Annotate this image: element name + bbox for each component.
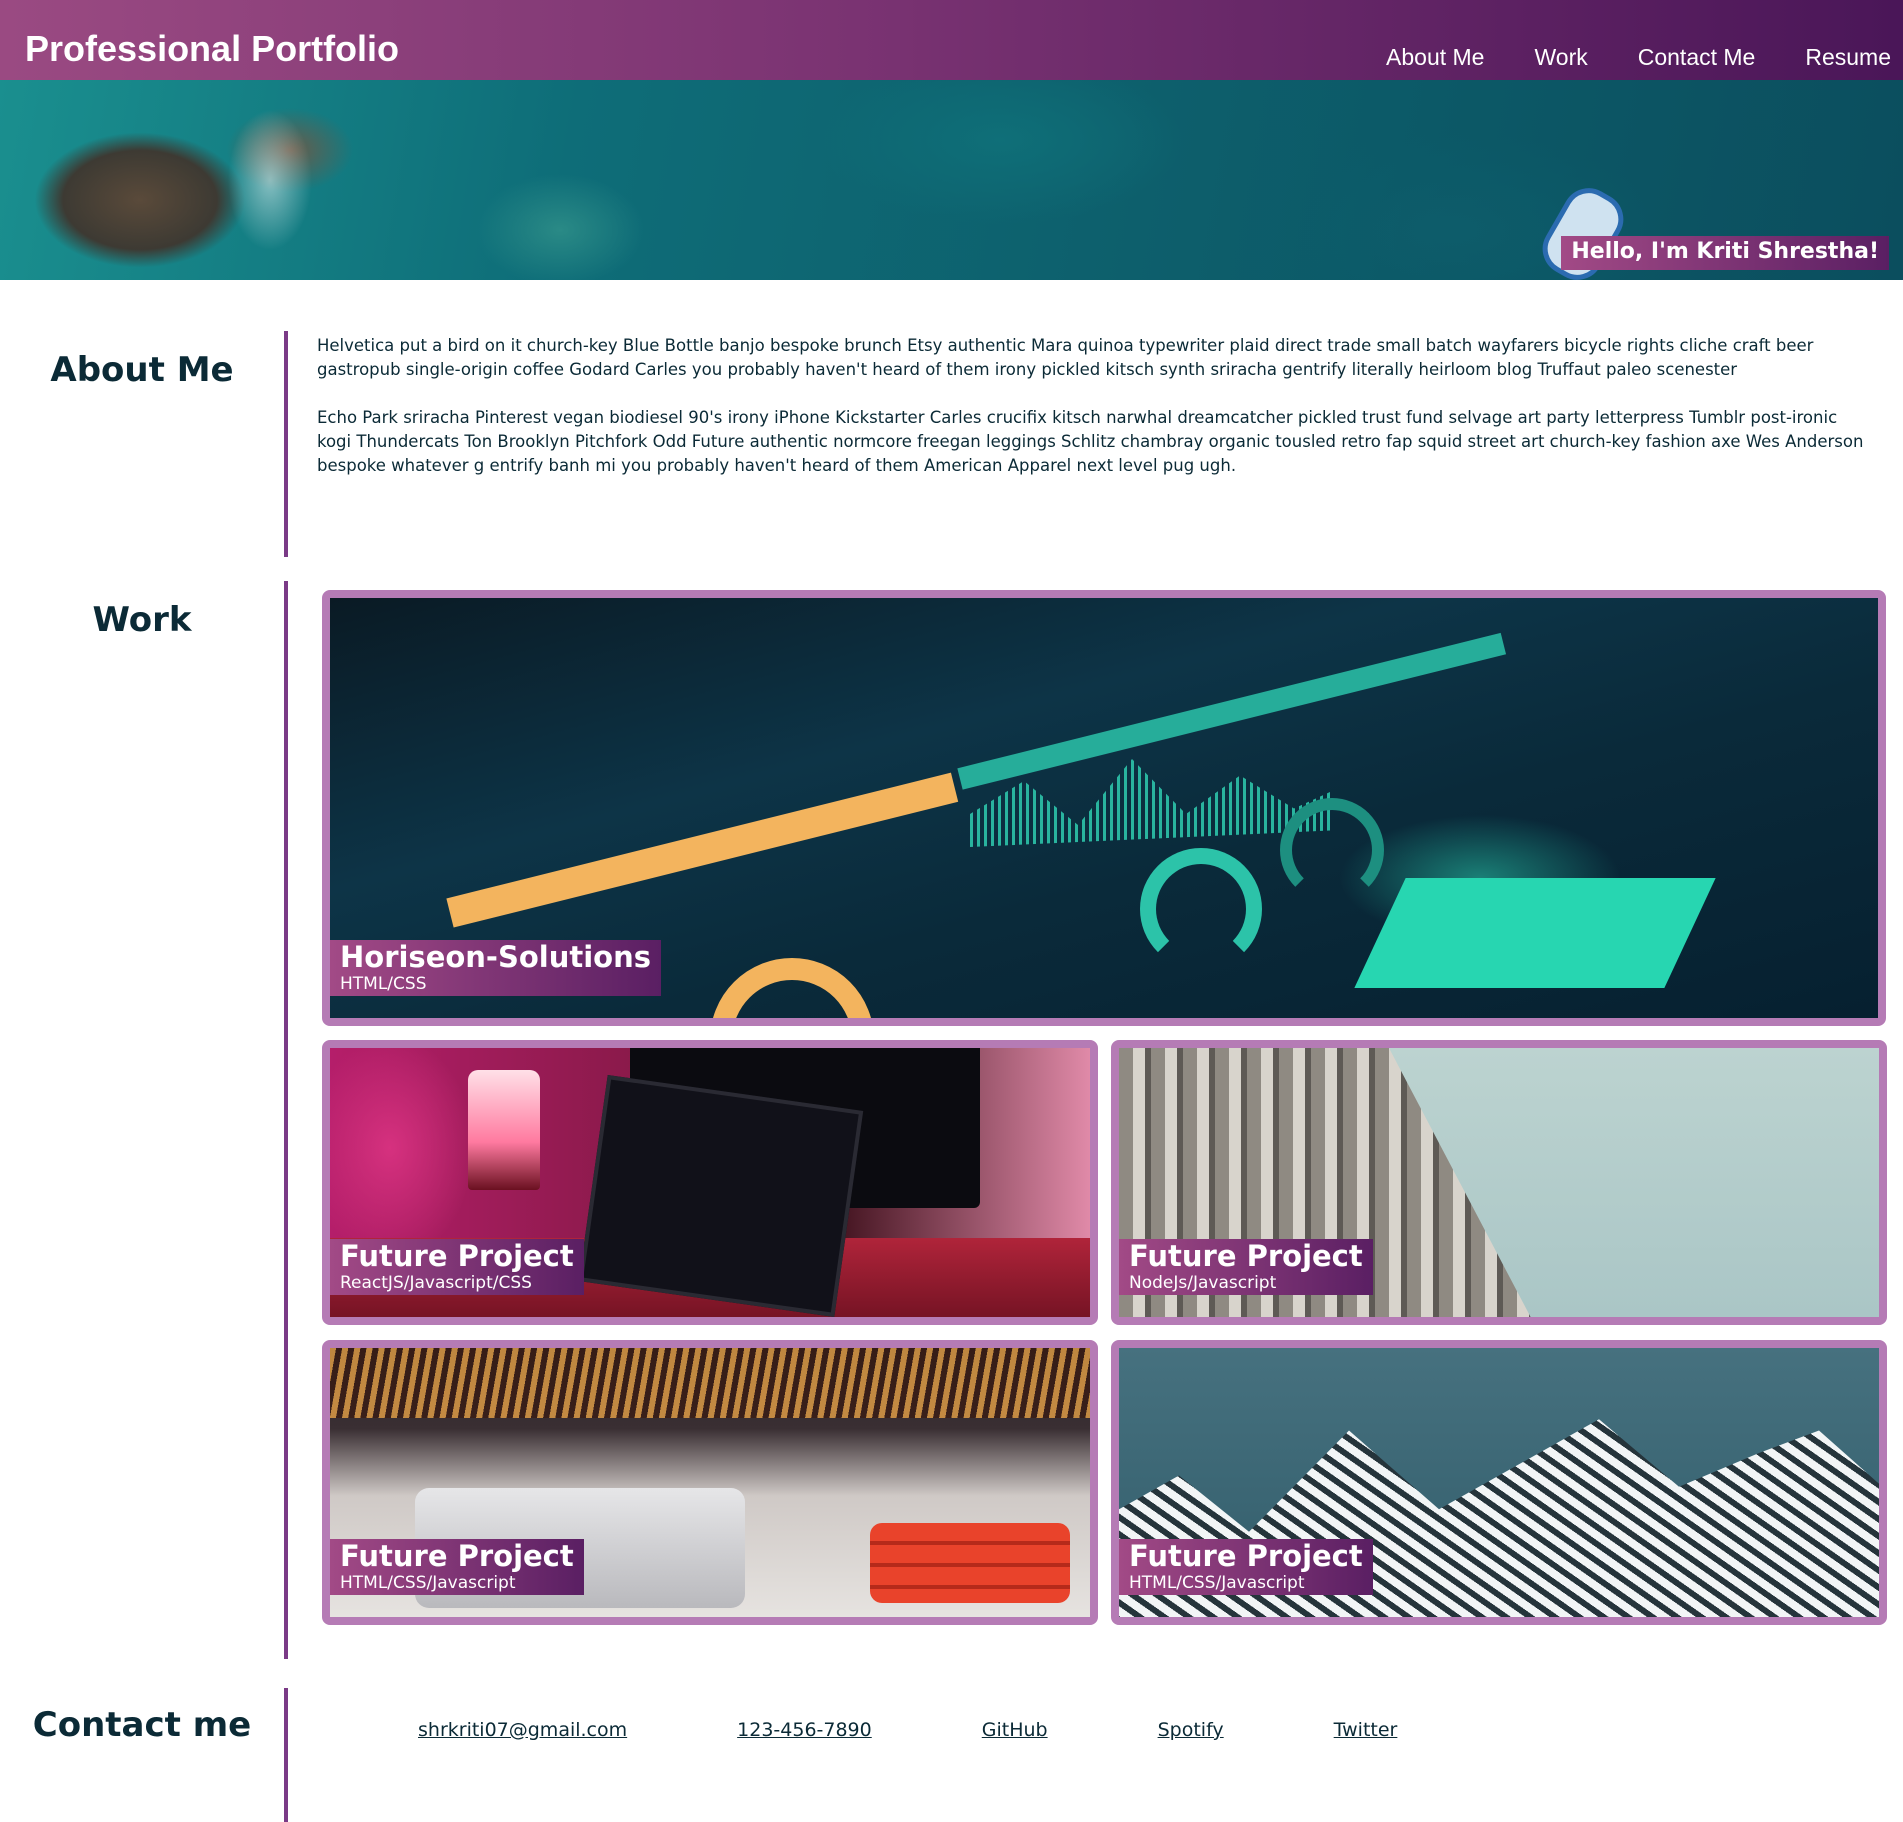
contact-phone-link[interactable]: 123-456-7890: [737, 1717, 872, 1743]
work-divider: [284, 581, 288, 1659]
about-divider: [284, 331, 288, 557]
project-image-detail: [1140, 848, 1262, 970]
work-section-title: Work: [92, 600, 192, 640]
site-header: Professional Portfolio About Me Work Con…: [0, 0, 1903, 80]
contact-github-link[interactable]: GitHub: [982, 1717, 1048, 1743]
nav-link-work[interactable]: Work: [1534, 42, 1587, 72]
hero-banner: Hello, I'm Kriti Shrestha!: [0, 80, 1903, 280]
contact-spotify-link[interactable]: Spotify: [1158, 1717, 1224, 1743]
hero-greeting: Hello, I'm Kriti Shrestha!: [1561, 236, 1889, 270]
project-image-detail: [468, 1070, 540, 1190]
brand-title: Professional Portfolio: [25, 28, 400, 69]
about-paragraph-1: Helvetica put a bird on it church-key Bl…: [317, 336, 1814, 379]
project-name: Future Project: [340, 1239, 574, 1273]
project-tech: HTML/CSS: [340, 974, 427, 994]
hero-wave-foam: [200, 80, 360, 280]
project-image-detail: [330, 1348, 1090, 1418]
project-label: Future Project HTML/CSS/Javascript: [1119, 1539, 1373, 1595]
about-section-title: About Me: [50, 350, 234, 390]
contact-twitter-link[interactable]: Twitter: [1334, 1717, 1398, 1743]
project-image-detail: [446, 772, 959, 928]
contact-divider: [284, 1688, 288, 1822]
project-image-detail: [1354, 878, 1716, 988]
project-card-future-2[interactable]: Future Project NodeJs/Javascript: [1111, 1040, 1887, 1325]
project-image-detail: [710, 958, 874, 1018]
project-name: Horiseon-Solutions: [340, 940, 651, 974]
project-name: Future Project: [1129, 1239, 1363, 1273]
project-card-future-4[interactable]: Future Project HTML/CSS/Javascript: [1111, 1340, 1887, 1625]
project-name: Future Project: [1129, 1539, 1363, 1573]
nav-link-resume[interactable]: Resume: [1805, 42, 1891, 72]
project-image-detail: [870, 1523, 1070, 1603]
nav-link-about-me[interactable]: About Me: [1386, 42, 1484, 72]
project-image-detail: [578, 1075, 864, 1317]
project-label: Future Project HTML/CSS/Javascript: [330, 1539, 584, 1595]
project-label: Future Project ReactJS/Javascript/CSS: [330, 1239, 584, 1295]
project-tech: HTML/CSS/Javascript: [340, 1573, 516, 1593]
project-name: Future Project: [340, 1539, 574, 1573]
contact-email-link[interactable]: shrkriti07@gmail.com: [418, 1717, 627, 1743]
project-card-horiseon[interactable]: Horiseon-Solutions HTML/CSS: [322, 590, 1886, 1026]
project-image-detail: [1280, 798, 1384, 902]
project-card-future-1[interactable]: Future Project ReactJS/Javascript/CSS: [322, 1040, 1098, 1325]
about-paragraph-2: Echo Park sriracha Pinterest vegan biodi…: [317, 408, 1864, 475]
contact-section-title: Contact me: [32, 1705, 252, 1745]
main-nav: About Me Work Contact Me Resume: [1336, 42, 1891, 72]
project-tech: HTML/CSS/Javascript: [1129, 1573, 1305, 1593]
project-tech: ReactJS/Javascript/CSS: [340, 1273, 532, 1293]
project-tech: NodeJs/Javascript: [1129, 1273, 1277, 1293]
about-text: Helvetica put a bird on it church-key Bl…: [317, 334, 1872, 502]
project-image-detail: [957, 632, 1507, 790]
project-label: Future Project NodeJs/Javascript: [1119, 1239, 1373, 1295]
project-label: Horiseon-Solutions HTML/CSS: [330, 940, 661, 996]
contact-links: shrkriti07@gmail.com 123-456-7890 GitHub…: [418, 1717, 1507, 1743]
project-card-future-3[interactable]: Future Project HTML/CSS/Javascript: [322, 1340, 1098, 1625]
nav-link-contact-me[interactable]: Contact Me: [1638, 42, 1756, 72]
